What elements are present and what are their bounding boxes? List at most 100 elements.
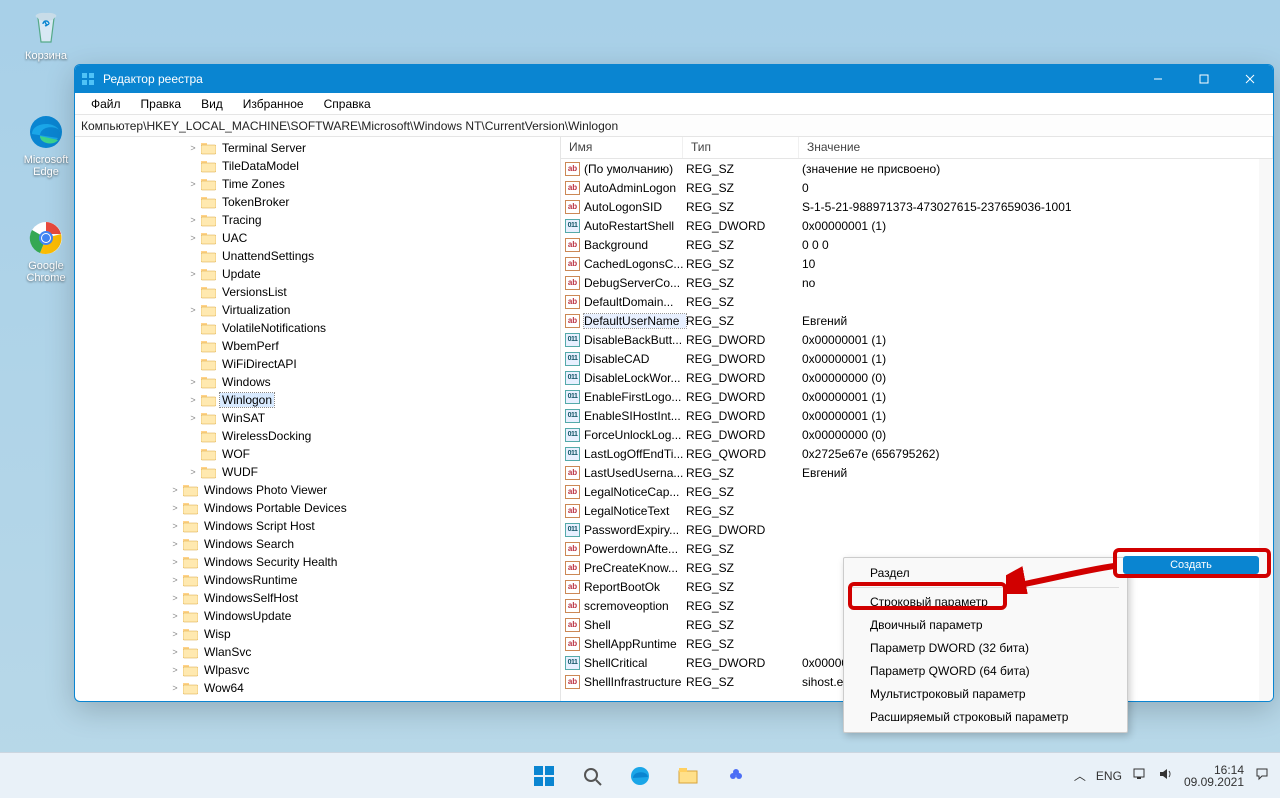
maximize-button[interactable]	[1181, 65, 1227, 93]
context-menu-item[interactable]: Параметр DWORD (32 бита)	[846, 637, 1125, 659]
value-row[interactable]: abLegalNoticeCap...REG_SZ	[561, 482, 1273, 501]
tree-item[interactable]: >Tracing	[75, 211, 560, 229]
caret-icon[interactable]: >	[187, 304, 199, 316]
tree-item[interactable]: >WindowsRuntime	[75, 571, 560, 589]
value-row[interactable]: 011ForceUnlockLog...REG_DWORD0x00000000 …	[561, 425, 1273, 444]
value-row[interactable]: abLastUsedUserna...REG_SZЕвгений	[561, 463, 1273, 482]
tree-item[interactable]: >WindowsUpdate	[75, 607, 560, 625]
tree-item[interactable]: WOF	[75, 445, 560, 463]
value-row[interactable]: abBackgroundREG_SZ0 0 0	[561, 235, 1273, 254]
caret-icon[interactable]	[187, 160, 199, 172]
context-menu-item[interactable]: Мультистроковый параметр	[846, 683, 1125, 705]
value-row[interactable]: 011EnableFirstLogo...REG_DWORD0x00000001…	[561, 387, 1273, 406]
tree-item[interactable]: >Wisp	[75, 625, 560, 643]
caret-icon[interactable]: >	[169, 574, 181, 586]
caret-icon[interactable]: >	[169, 520, 181, 532]
caret-icon[interactable]: >	[169, 556, 181, 568]
tree-item[interactable]: >Windows Photo Viewer	[75, 481, 560, 499]
tree-item[interactable]: VolatileNotifications	[75, 319, 560, 337]
close-button[interactable]	[1227, 65, 1273, 93]
context-menu-item[interactable]: Двоичный параметр	[846, 614, 1125, 636]
tree-item[interactable]: >Windows	[75, 373, 560, 391]
tree-item[interactable]: >Update	[75, 265, 560, 283]
caret-icon[interactable]: >	[187, 268, 199, 280]
search-button[interactable]	[571, 757, 613, 795]
caret-icon[interactable]: >	[169, 646, 181, 658]
tree-item[interactable]: >WlanSvc	[75, 643, 560, 661]
tray-clock[interactable]: 16:14 09.09.2021	[1184, 764, 1244, 788]
context-menu-item[interactable]: Строковый параметр	[846, 591, 1125, 613]
caret-icon[interactable]	[187, 340, 199, 352]
taskbar-explorer[interactable]	[667, 757, 709, 795]
taskbar-edge[interactable]	[619, 757, 661, 795]
taskbar[interactable]: ︿ ENG 16:14 09.09.2021	[0, 752, 1280, 798]
caret-icon[interactable]	[187, 322, 199, 334]
caret-icon[interactable]: >	[187, 232, 199, 244]
registry-tree[interactable]: >Terminal ServerTileDataModel>Time Zones…	[75, 137, 561, 701]
context-menu-parent[interactable]: Создать	[1123, 556, 1259, 574]
address-bar[interactable]: Компьютер\HKEY_LOCAL_MACHINE\SOFTWARE\Mi…	[75, 115, 1273, 137]
titlebar[interactable]: Редактор реестра	[75, 65, 1273, 93]
value-row[interactable]: abDefaultDomain...REG_SZ	[561, 292, 1273, 311]
caret-icon[interactable]: >	[169, 502, 181, 514]
tree-item[interactable]: TokenBroker	[75, 193, 560, 211]
caret-icon[interactable]: >	[187, 142, 199, 154]
context-menu-item[interactable]: Раздел	[846, 562, 1125, 584]
value-row[interactable]: 011AutoRestartShellREG_DWORD0x00000001 (…	[561, 216, 1273, 235]
tree-item[interactable]: WirelessDocking	[75, 427, 560, 445]
tree-item[interactable]: UnattendSettings	[75, 247, 560, 265]
value-row[interactable]: 011DisableLockWor...REG_DWORD0x00000000 …	[561, 368, 1273, 387]
value-row[interactable]: 011PasswordExpiry...REG_DWORD	[561, 520, 1273, 539]
tray-volume-icon[interactable]	[1158, 767, 1174, 784]
col-name[interactable]: Имя	[561, 137, 683, 158]
tree-item[interactable]: >Wlpasvc	[75, 661, 560, 679]
tree-item[interactable]: >Winlogon	[75, 391, 560, 409]
value-row[interactable]: abLegalNoticeTextREG_SZ	[561, 501, 1273, 520]
tree-item[interactable]: >WUDF	[75, 463, 560, 481]
caret-icon[interactable]: >	[169, 610, 181, 622]
desktop-icon-recycle-bin[interactable]: Корзина	[14, 8, 78, 62]
caret-icon[interactable]: >	[169, 628, 181, 640]
value-row[interactable]: abAutoAdminLogonREG_SZ0	[561, 178, 1273, 197]
menu-file[interactable]: Файл	[81, 95, 131, 113]
tree-item[interactable]: VersionsList	[75, 283, 560, 301]
desktop-icon-chrome[interactable]: Google Chrome	[14, 218, 78, 284]
value-row[interactable]: ab(По умолчанию)REG_SZ(значение не присв…	[561, 159, 1273, 178]
tray-network-icon[interactable]	[1132, 767, 1148, 784]
menu-help[interactable]: Справка	[314, 95, 381, 113]
menu-edit[interactable]: Правка	[131, 95, 192, 113]
caret-icon[interactable]: >	[187, 214, 199, 226]
caret-icon[interactable]: >	[169, 664, 181, 676]
scrollbar[interactable]	[1259, 159, 1273, 701]
tree-item[interactable]: WbemPerf	[75, 337, 560, 355]
tree-item[interactable]: >WindowsSelfHost	[75, 589, 560, 607]
tree-item[interactable]: TileDataModel	[75, 157, 560, 175]
menu-view[interactable]: Вид	[191, 95, 233, 113]
value-row[interactable]: abCachedLogonsC...REG_SZ10	[561, 254, 1273, 273]
desktop-icon-edge[interactable]: Microsoft Edge	[14, 112, 78, 178]
tree-item[interactable]: >Wow64	[75, 679, 560, 697]
caret-icon[interactable]: >	[187, 466, 199, 478]
caret-icon[interactable]	[187, 196, 199, 208]
caret-icon[interactable]: >	[187, 412, 199, 424]
tree-item[interactable]: >Windows Search	[75, 535, 560, 553]
caret-icon[interactable]	[187, 250, 199, 262]
context-menu-item[interactable]: Параметр QWORD (64 бита)	[846, 660, 1125, 682]
minimize-button[interactable]	[1135, 65, 1181, 93]
tree-item[interactable]: >Windows Script Host	[75, 517, 560, 535]
value-row[interactable]: 011EnableSIHostInt...REG_DWORD0x00000001…	[561, 406, 1273, 425]
col-type[interactable]: Тип	[683, 137, 799, 158]
caret-icon[interactable]	[187, 430, 199, 442]
caret-icon[interactable]: >	[169, 538, 181, 550]
start-button[interactable]	[523, 757, 565, 795]
tree-item[interactable]: >Windows Portable Devices	[75, 499, 560, 517]
menu-favorites[interactable]: Избранное	[233, 95, 314, 113]
caret-icon[interactable]: >	[169, 682, 181, 694]
tree-item[interactable]: >Terminal Server	[75, 139, 560, 157]
value-row[interactable]: 011DisableBackButt...REG_DWORD0x00000001…	[561, 330, 1273, 349]
context-menu-item[interactable]: Расширяемый строковый параметр	[846, 706, 1125, 728]
caret-icon[interactable]	[187, 448, 199, 460]
value-row[interactable]: 011DisableCADREG_DWORD0x00000001 (1)	[561, 349, 1273, 368]
caret-icon[interactable]: >	[187, 394, 199, 406]
caret-icon[interactable]: >	[187, 178, 199, 190]
